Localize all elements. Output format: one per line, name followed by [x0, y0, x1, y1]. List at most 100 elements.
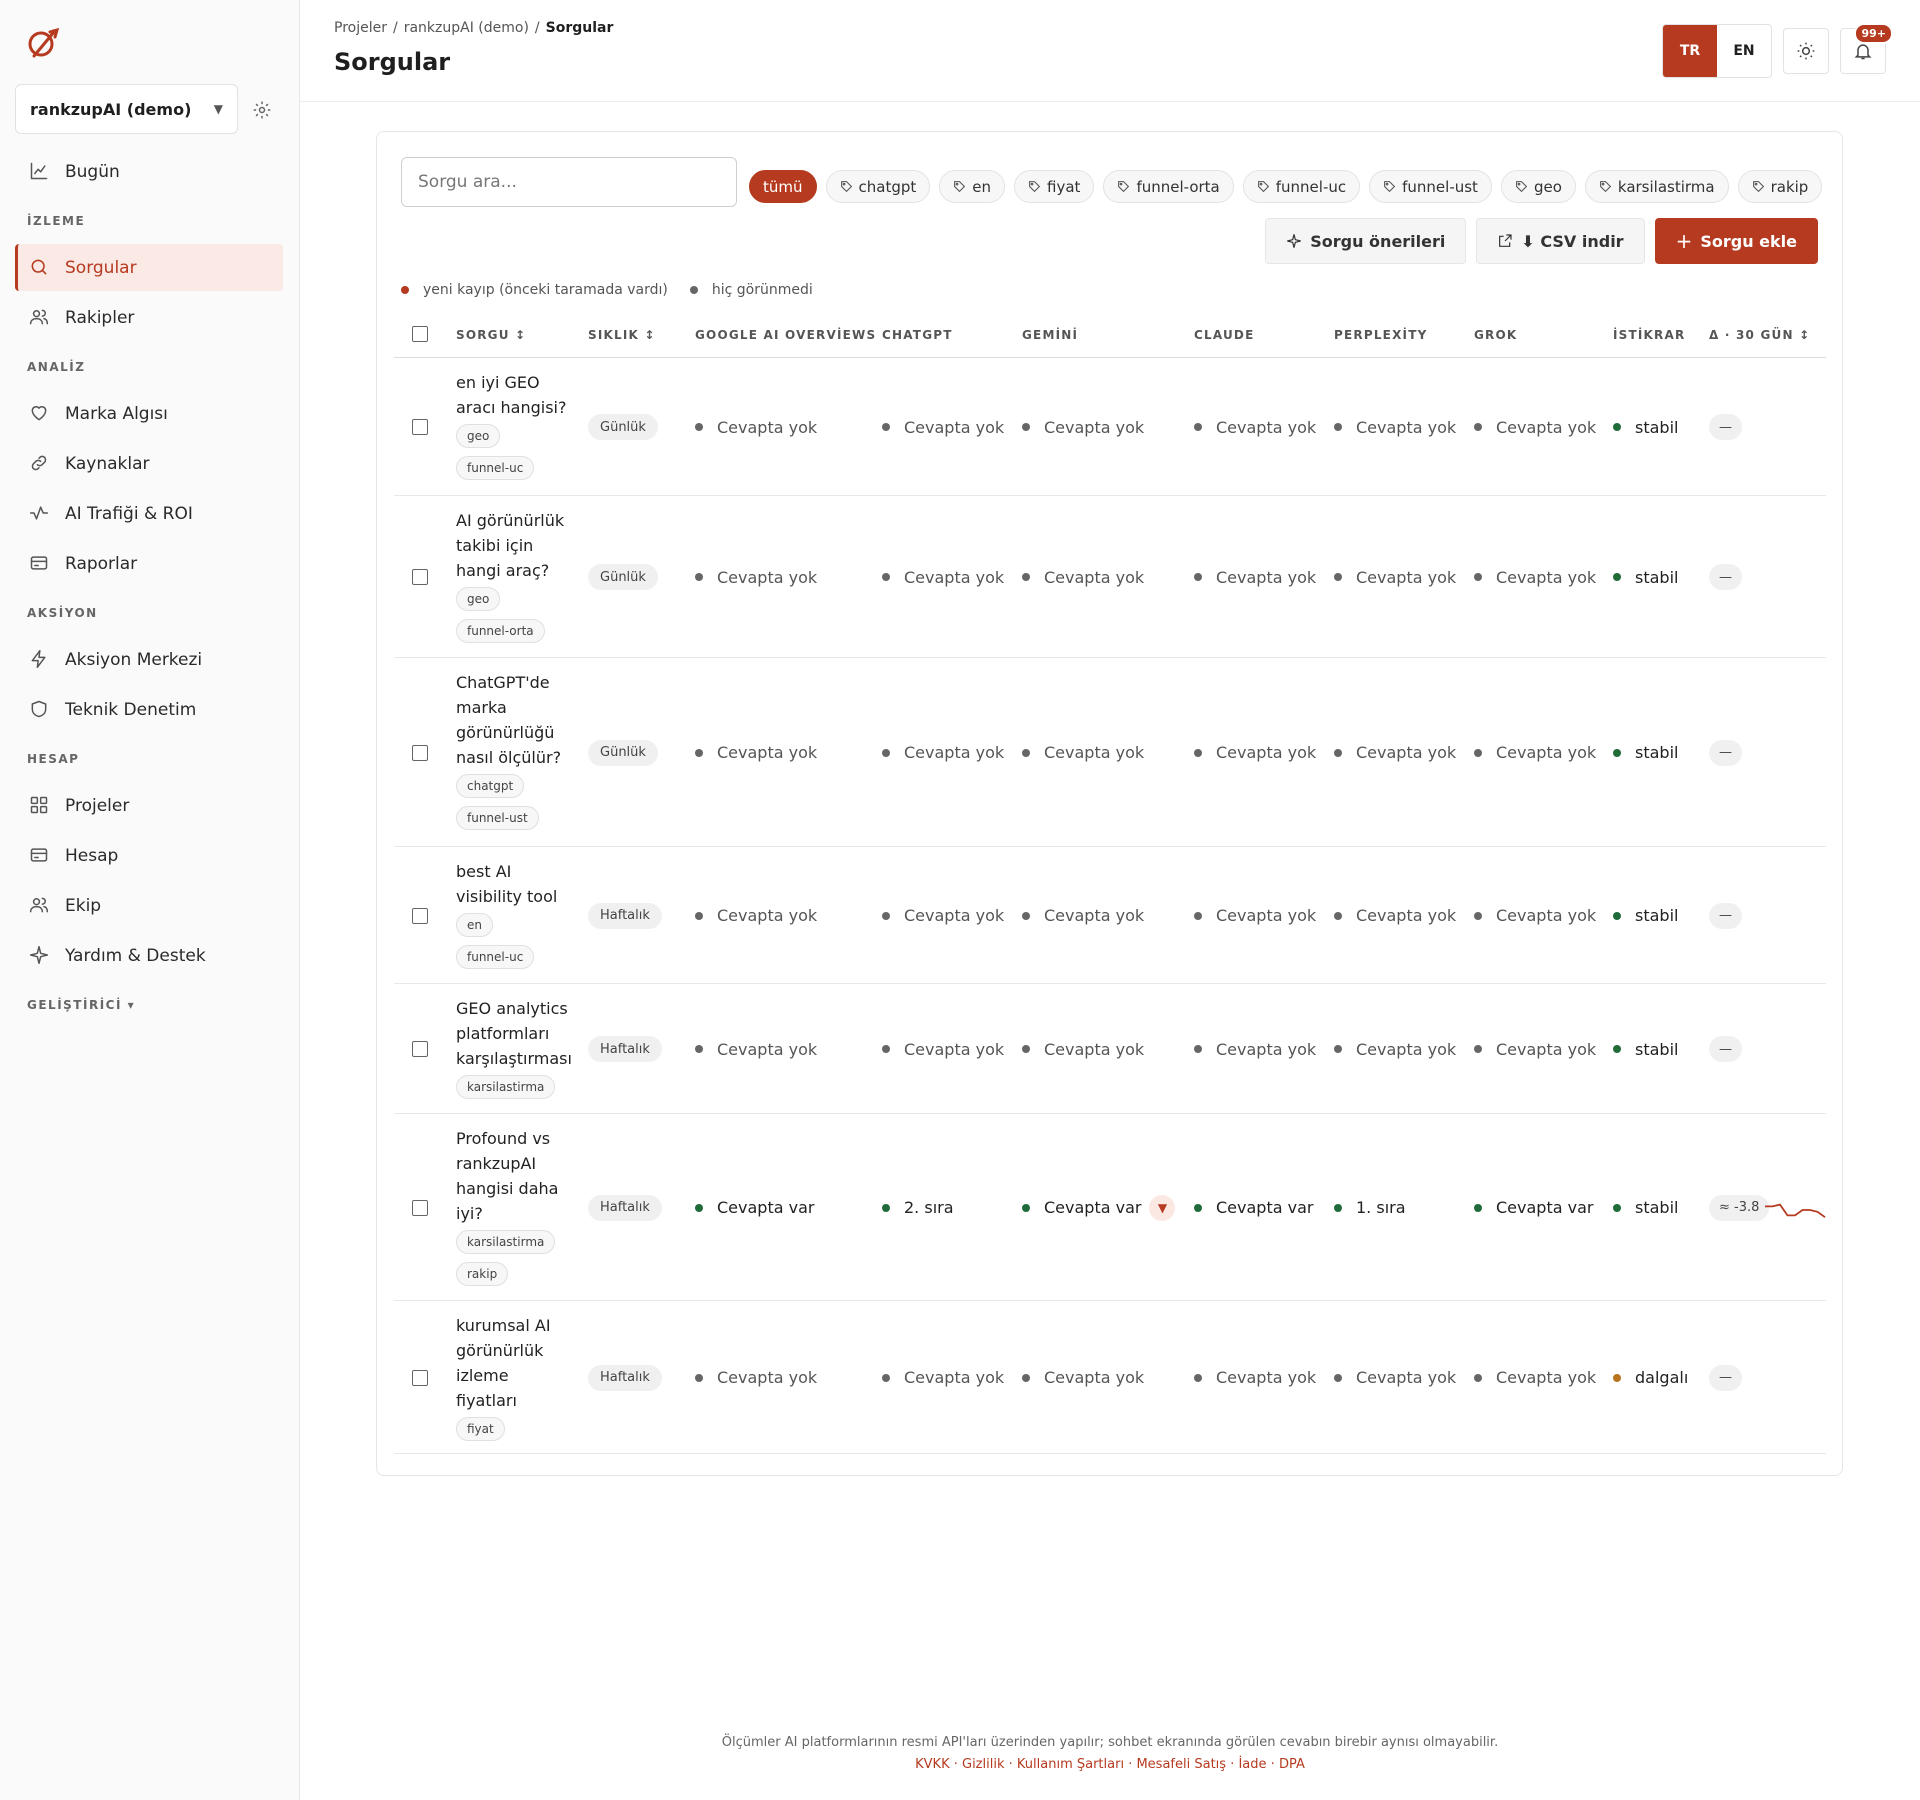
table-row[interactable]: ChatGPT'de marka görünürlüğü nasıl ölçülür?…	[394, 658, 1826, 847]
brand-logo[interactable]	[24, 24, 64, 64]
col-query[interactable]: SORGU ↕	[456, 328, 526, 342]
select-all-checkbox[interactable]	[412, 326, 428, 342]
filter-chip-geo[interactable]: geo	[1500, 170, 1576, 203]
sidebar-item-raporlar[interactable]: Raporlar	[15, 540, 283, 587]
query-tag[interactable]: funnel-ust	[456, 806, 539, 830]
query-tag[interactable]: geo	[456, 424, 501, 448]
row-checkbox[interactable]	[412, 1199, 428, 1216]
sidebar-item-sorgular[interactable]: Sorgular	[15, 244, 283, 291]
filter-chip-en[interactable]: en	[939, 170, 1006, 203]
sidebar-item-projeler[interactable]: Projeler	[15, 782, 283, 829]
sidebar-item-kaynaklar[interactable]: Kaynaklar	[15, 440, 283, 487]
lost-dot-icon	[401, 286, 409, 294]
footer-separator: ·	[1226, 1757, 1239, 1772]
add-query-button[interactable]: + Sorgu ekle	[1654, 218, 1818, 264]
sidebar-item-teknik-denetim[interactable]: Teknik Denetim	[15, 686, 283, 733]
query-tag[interactable]: geo	[456, 587, 501, 611]
footer-link[interactable]: Gizlilik	[962, 1757, 1005, 1772]
csv-download-button[interactable]: ⬇ CSV indir	[1476, 218, 1645, 264]
status-dot-icon	[1334, 423, 1342, 431]
query-tag[interactable]: fiyat	[456, 1417, 505, 1441]
nav-section-heading[interactable]: GELİŞTİRİCİ ▾	[15, 982, 283, 1028]
query-text: kurumsal AI görünürlük izleme fiyatları	[456, 1313, 568, 1413]
filter-chip-label: chatgpt	[858, 177, 917, 196]
sidebar-item-yardım-destek[interactable]: Yardım & Destek	[15, 932, 283, 979]
query-tag[interactable]: karsilastirma	[456, 1230, 556, 1254]
query-tag[interactable]: funnel-orta	[456, 619, 545, 643]
footer-link[interactable]: DPA	[1279, 1757, 1305, 1772]
query-tags: karsilastirma	[456, 1075, 556, 1107]
filter-chip-funnel-uc[interactable]: funnel-uc	[1242, 170, 1361, 203]
status-dot-icon	[1022, 1045, 1030, 1053]
footer-link[interactable]: İade	[1238, 1757, 1266, 1772]
lang-tr-button[interactable]: TR	[1663, 25, 1717, 77]
status-dot-icon	[1194, 1373, 1202, 1382]
footer-link[interactable]: Kullanım Şartları	[1017, 1757, 1124, 1772]
footer-link[interactable]: Mesafeli Satış	[1136, 1757, 1226, 1772]
query-text-line: best AI	[456, 862, 512, 881]
col-frequency[interactable]: SIKLIK ↕	[588, 328, 656, 342]
query-tag[interactable]: karsilastirma	[456, 1075, 556, 1099]
table-row[interactable]: en iyi GEO aracı hangisi? geo funnel-uc Günl…	[394, 358, 1826, 496]
filter-chip-funnel-orta[interactable]: funnel-orta	[1103, 170, 1234, 203]
frequency-badge: Haftalık	[588, 1194, 662, 1221]
search-input[interactable]	[401, 157, 737, 207]
cell-chatgpt: Cevapta yok	[882, 415, 1004, 439]
filter-chip-rakip[interactable]: rakip	[1737, 170, 1823, 203]
cell-grok: Cevapta yok	[1474, 415, 1596, 439]
status-dot-icon	[882, 911, 890, 920]
filter-chip-label: funnel-orta	[1136, 177, 1220, 196]
delta-badge: —	[1709, 739, 1742, 766]
query-text: ChatGPT'de marka görünürlüğü nasıl ölçülür?	[456, 670, 568, 770]
sidebar-item-ai-trafiği-roi[interactable]: AI Trafiği & ROI	[15, 490, 283, 537]
theme-toggle-button[interactable]	[1783, 28, 1829, 74]
footer-link[interactable]: KVKK	[915, 1757, 949, 1772]
row-checkbox[interactable]	[412, 569, 428, 585]
status-dot-icon	[1334, 1373, 1342, 1382]
table-row[interactable]: kurumsal AI görünürlük izleme fiyatları fiya…	[394, 1301, 1826, 1454]
filter-chip-funnel-ust[interactable]: funnel-ust	[1369, 170, 1492, 203]
gear-icon[interactable]	[252, 100, 274, 122]
cell-status-text: Cevapta yok	[1496, 743, 1597, 762]
sidebar-item-rakipler[interactable]: Rakipler	[15, 294, 283, 341]
row-checkbox[interactable]	[412, 744, 428, 761]
lang-en-button[interactable]: EN	[1717, 25, 1771, 77]
query-tags: geo funnel-uc	[456, 424, 535, 488]
sidebar-item-ekip[interactable]: Ekip	[15, 882, 283, 929]
filter-chip-tümü[interactable]: tümü	[749, 170, 817, 203]
row-checkbox[interactable]	[412, 1041, 428, 1057]
row-checkbox[interactable]	[412, 1369, 428, 1386]
col-delta[interactable]: Δ · 30 GÜN ↕	[1709, 328, 1810, 342]
table-row[interactable]: GEO analytics platformları karşılaştırması…	[394, 984, 1826, 1114]
sidebar-item-bugün[interactable]: Bugün	[15, 148, 283, 195]
filter-chip-chatgpt[interactable]: chatgpt	[825, 170, 931, 203]
breadcrumb-item[interactable]: rankzupAI (demo)	[404, 20, 529, 36]
cell-status-text: Cevapta yok	[1216, 417, 1317, 437]
query-tag[interactable]: funnel-uc	[456, 945, 535, 969]
row-checkbox[interactable]	[412, 907, 428, 924]
sidebar-item-aksiyon-merkezi[interactable]: Aksiyon Merkezi	[15, 636, 283, 683]
query-tag[interactable]: chatgpt	[456, 774, 525, 798]
tag-icon	[1257, 180, 1270, 193]
sidebar-item-hesap[interactable]: Hesap	[15, 832, 283, 879]
filter-chip-karsilastirma[interactable]: karsilastirma	[1584, 170, 1729, 203]
sidebar-item-marka-algısı[interactable]: Marka Algısı	[15, 390, 283, 437]
row-checkbox[interactable]	[412, 419, 428, 435]
query-tag[interactable]: en	[456, 913, 493, 937]
cell-gemini: Cevapta yok	[1022, 1037, 1144, 1061]
table-row[interactable]: best AI visibility tool en funnel-uc Haftalı…	[394, 847, 1826, 984]
delta-badge: —	[1709, 414, 1742, 440]
bolt-icon	[29, 649, 51, 671]
project-selector[interactable]: rankzupAI (demo) ▼	[15, 84, 238, 134]
table-row[interactable]: Profound vs rankzupAI hangisi daha iyi? kars…	[394, 1114, 1826, 1301]
notifications-button[interactable]: 99+	[1840, 23, 1893, 74]
filter-chip-fiyat[interactable]: fiyat	[1014, 170, 1095, 203]
query-tag-wrap: fiyat	[456, 1417, 505, 1449]
query-tag[interactable]: rakip	[456, 1262, 509, 1286]
query-suggestions-button[interactable]: Sorgu önerileri	[1265, 218, 1467, 264]
breadcrumb-item[interactable]: Projeler	[334, 20, 387, 36]
cell-gemini: Cevapta yok	[1022, 741, 1144, 765]
cell-status-text: Cevapta var	[717, 1198, 815, 1217]
table-row[interactable]: AI görünürlük takibi için hangi araç? geo fu…	[394, 496, 1826, 658]
query-tag[interactable]: funnel-uc	[456, 456, 535, 480]
